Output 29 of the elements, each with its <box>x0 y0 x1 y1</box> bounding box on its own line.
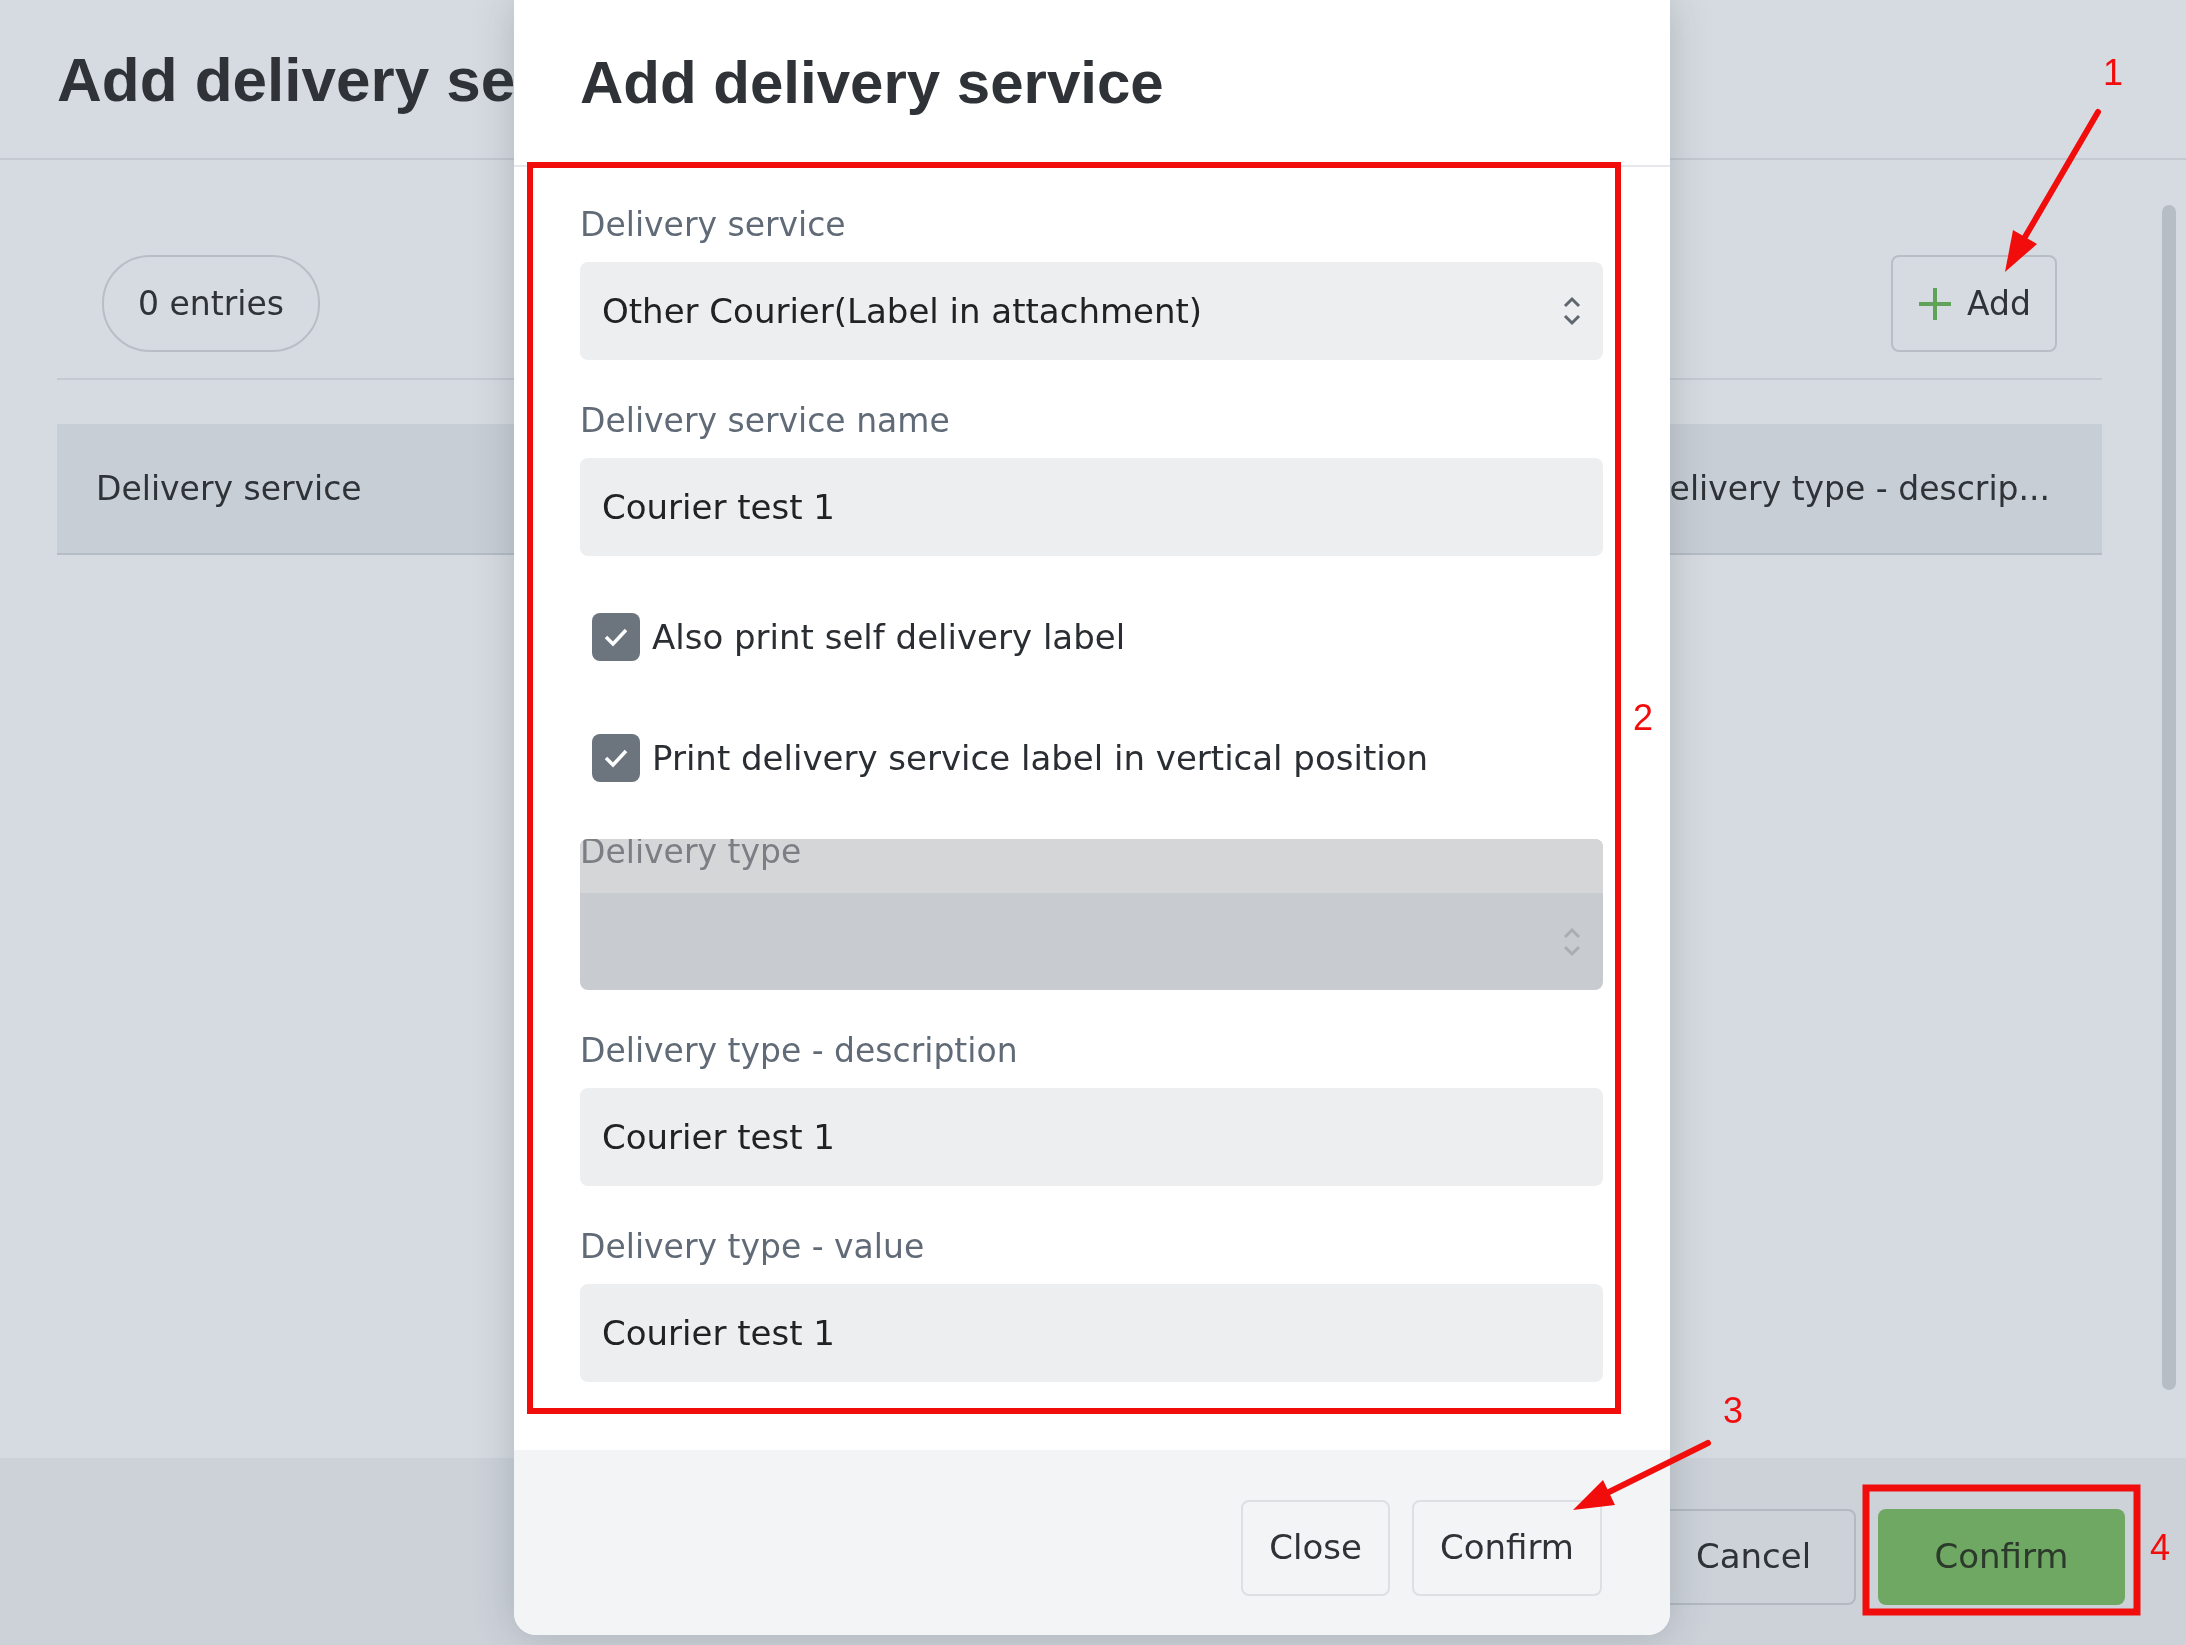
annotation-number: 1 <box>2103 52 2123 93</box>
add-button[interactable]: Add <box>1891 255 2057 352</box>
checkbox-label: Also print self delivery label <box>652 615 1126 659</box>
field-label: Delivery type - value <box>580 1227 926 1267</box>
dialog-title: Add delivery service <box>580 47 1164 118</box>
entries-count-pill: 0 entries <box>102 255 320 352</box>
plus-icon <box>1917 285 1954 322</box>
checkbox[interactable] <box>592 613 640 661</box>
close-button[interactable]: Close <box>1241 1499 1390 1596</box>
input-field[interactable]: Courier test 1 <box>580 1088 1603 1186</box>
checkbox[interactable] <box>592 734 640 782</box>
page-title: Add delivery se <box>57 43 516 116</box>
scrollbar[interactable] <box>2162 205 2176 1390</box>
field-label: Delivery service name <box>580 401 951 441</box>
checkbox-label: Print delivery service label in vertical position <box>652 736 1429 780</box>
annotation-number: 2 <box>1633 697 1653 738</box>
confirm-button[interactable]: Confirm <box>1878 1508 2125 1605</box>
input-field[interactable]: Courier test 1 <box>580 1284 1603 1382</box>
input-field[interactable]: Courier test 1 <box>580 458 1603 556</box>
select-field[interactable]: Other Courier(Label in attachment) <box>580 262 1603 360</box>
field-label: Delivery type - description <box>580 1031 1019 1071</box>
annotation-number: 3 <box>1723 1390 1743 1431</box>
chevron-updown-icon <box>1563 925 1581 958</box>
chevron-updown-icon <box>1563 295 1581 327</box>
column-header: Delivery service <box>96 467 362 510</box>
annotation-number: 4 <box>2150 1527 2170 1568</box>
confirm-button[interactable]: Confirm <box>1412 1499 1602 1596</box>
field-label: Delivery service <box>580 205 847 245</box>
column-header: elivery type - descrip... <box>1669 467 2050 510</box>
